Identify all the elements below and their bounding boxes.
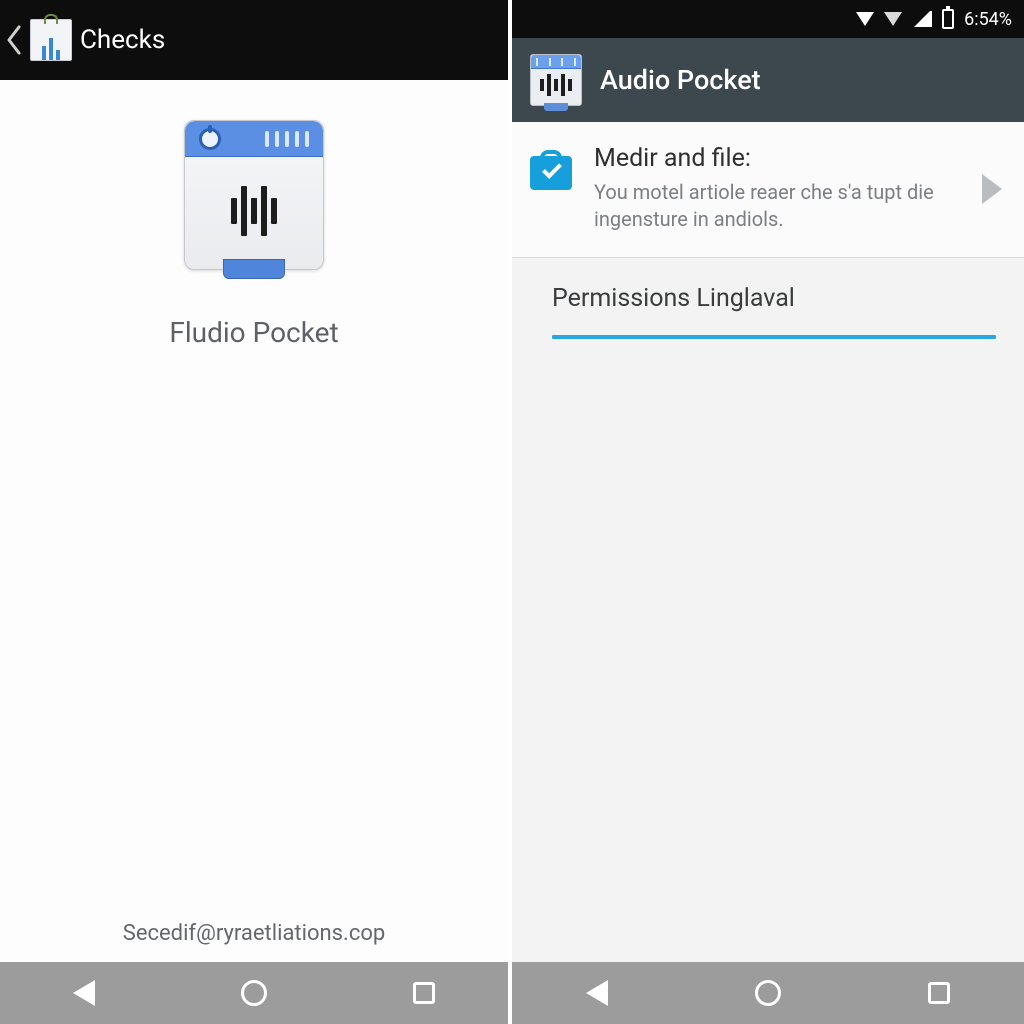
nav-home-button[interactable] <box>755 980 781 1006</box>
chevron-right-icon <box>978 172 1006 206</box>
wifi-icon <box>856 12 874 26</box>
nav-back-button[interactable] <box>73 980 95 1006</box>
chevron-left-icon <box>5 25 23 55</box>
card-title: Medir and file: <box>594 144 956 173</box>
nav-recent-button[interactable] <box>928 982 950 1004</box>
back-button[interactable] <box>0 0 28 80</box>
appbar-app-icon <box>30 19 72 61</box>
section-permissions: Permissions Linglaval <box>512 258 1024 339</box>
content: Medir and file: You motel artiole reaer … <box>512 122 1024 1024</box>
card-description: You motel artiole reaer che s'a tupt die… <box>594 179 956 233</box>
status-time: 6:54% <box>964 9 1012 30</box>
app-hero-icon <box>184 120 324 270</box>
wifi-icon-2 <box>884 12 902 26</box>
screen-audio-pocket: 6:54% Audio Pocket Medir and file: You m… <box>512 0 1024 1024</box>
content: Fludio Pocket <box>0 80 508 1024</box>
section-title: Permissions Linglaval <box>552 284 996 313</box>
appbar-title: Checks <box>80 25 165 55</box>
appbar: Audio Pocket <box>512 38 1024 122</box>
permission-card-media-files[interactable]: Medir and file: You motel artiole reaer … <box>512 122 1024 258</box>
appbar-app-icon <box>530 54 582 106</box>
footer-contact: Secedif@ryraetliations.cop <box>0 921 508 946</box>
app-name-label: Fludio Pocket <box>169 316 338 349</box>
status-bar: 6:54% <box>512 0 1024 38</box>
nav-home-button[interactable] <box>241 980 267 1006</box>
appbar-title: Audio Pocket <box>600 64 761 96</box>
battery-icon <box>942 9 954 29</box>
nav-back-button[interactable] <box>586 980 608 1006</box>
android-navbar <box>512 962 1024 1024</box>
android-navbar <box>0 962 508 1024</box>
screen-checks: Checks Fludio Pocket Secedif@ryraetliati… <box>0 0 512 1024</box>
nav-recent-button[interactable] <box>413 982 435 1004</box>
signal-icon <box>912 11 932 27</box>
checked-bag-icon <box>530 150 572 190</box>
card-text: Medir and file: You motel artiole reaer … <box>594 144 956 233</box>
section-underline <box>552 335 996 339</box>
appbar: Checks <box>0 0 508 80</box>
